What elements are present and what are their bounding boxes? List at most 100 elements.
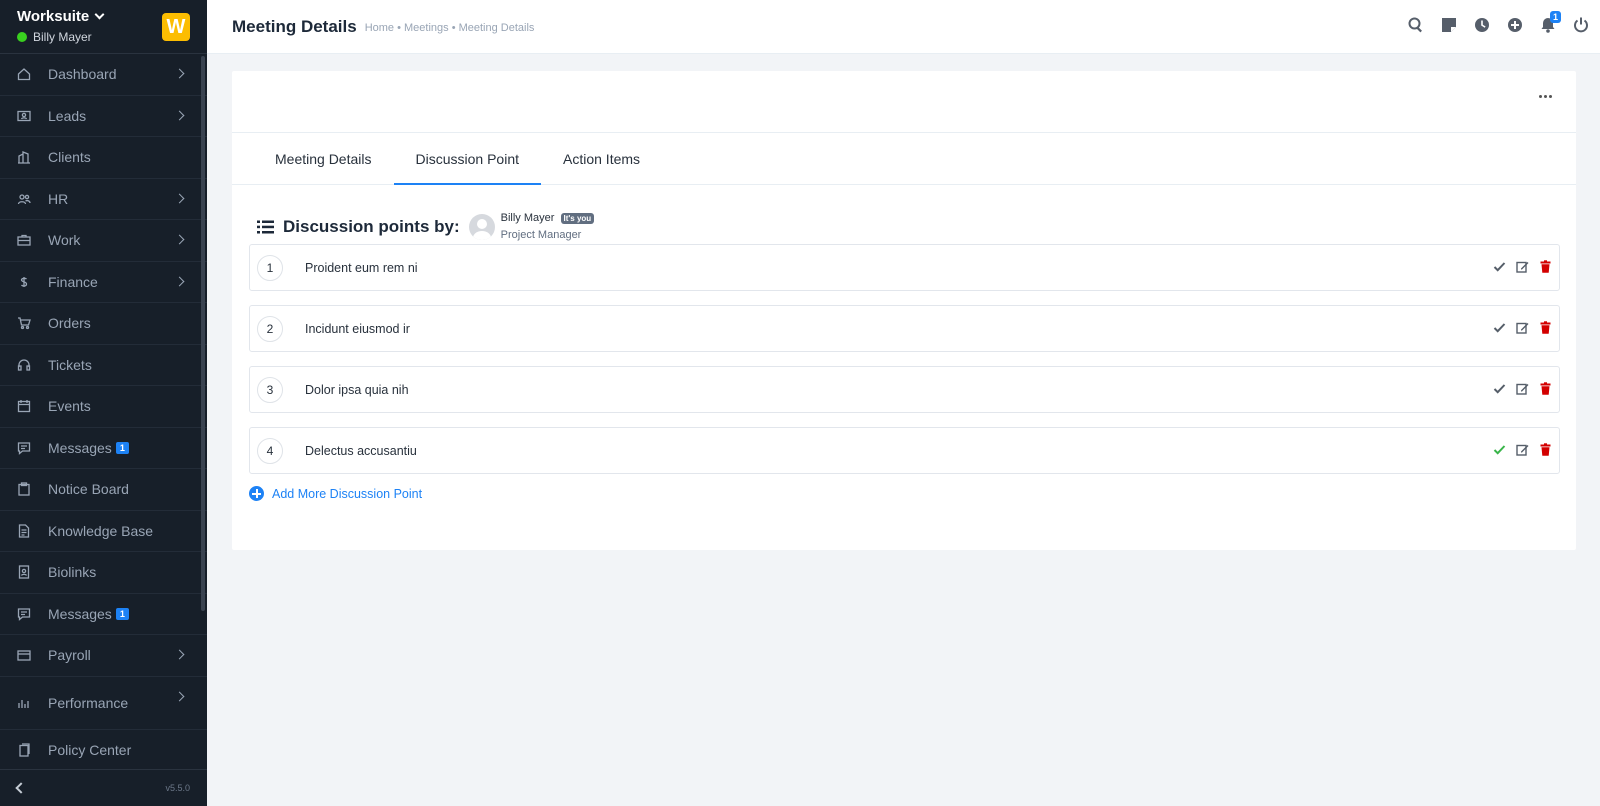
trash-icon[interactable] bbox=[1539, 443, 1552, 456]
check-icon[interactable] bbox=[1493, 260, 1506, 273]
sidebar-item-label: Policy Center bbox=[48, 741, 132, 758]
chevron-down-icon bbox=[94, 9, 105, 20]
clipboard-icon bbox=[17, 482, 31, 496]
sidebar-scrollbar[interactable] bbox=[201, 56, 205, 611]
tab-action-items[interactable]: Action Items bbox=[541, 133, 662, 184]
edit-icon[interactable] bbox=[1516, 443, 1529, 456]
dollar-icon bbox=[17, 275, 31, 289]
sidebar-item-label: Tickets bbox=[48, 356, 92, 373]
plus-circle-icon[interactable] bbox=[1507, 17, 1523, 33]
point-number: 2 bbox=[257, 315, 283, 342]
sidebar-item-performance[interactable]: Performance bbox=[0, 677, 207, 730]
section-title: Discussion points by: bbox=[283, 216, 460, 236]
author-name[interactable]: Billy Mayer bbox=[501, 212, 555, 224]
author-info: Billy Mayer It's you Project Manager bbox=[501, 210, 595, 243]
sidebar: Worksuite Billy Mayer W Dashboard Leads Cl… bbox=[0, 0, 207, 806]
tab-meeting-details[interactable]: Meeting Details bbox=[253, 133, 394, 184]
sidebar-item-policy-center[interactable]: Policy Center bbox=[0, 730, 207, 770]
its-you-badge: It's you bbox=[560, 213, 595, 224]
document-icon bbox=[17, 524, 31, 538]
chevron-right-icon bbox=[174, 649, 185, 660]
trash-icon[interactable] bbox=[1539, 382, 1552, 395]
edit-icon[interactable] bbox=[1516, 382, 1529, 395]
list-icon bbox=[257, 220, 274, 233]
add-discussion-point-button[interactable]: Add More Discussion Point bbox=[249, 486, 1576, 501]
unread-badge: 1 bbox=[115, 441, 129, 454]
discussion-points-list: 1 Proident eum rem ni 2 Incidunt eiusmod ir… bbox=[232, 241, 1576, 474]
check-icon[interactable] bbox=[1493, 443, 1506, 456]
sidebar-item-label: Performance bbox=[48, 694, 129, 711]
point-text: Proident eum rem ni bbox=[305, 260, 418, 275]
sidebar-item-biolinks[interactable]: Biolinks bbox=[0, 552, 207, 594]
check-icon[interactable] bbox=[1493, 321, 1506, 334]
sidebar-item-label: Orders bbox=[48, 315, 91, 332]
discussion-header: Discussion points by: Billy Mayer It's y… bbox=[232, 185, 1576, 241]
meeting-card: Meeting Details Discussion Point Action It… bbox=[232, 71, 1576, 550]
brand-name: Worksuite bbox=[17, 8, 90, 25]
discussion-point-row: 4 Delectus accusantiu bbox=[249, 427, 1560, 474]
bell-icon[interactable]: 1 bbox=[1540, 11, 1561, 33]
point-text: Dolor ipsa quia nih bbox=[305, 382, 409, 397]
chevron-right-icon bbox=[174, 691, 185, 701]
discussion-point-row: 2 Incidunt eiusmod ir bbox=[249, 305, 1560, 352]
point-actions bbox=[1493, 260, 1552, 273]
chat-icon bbox=[17, 607, 31, 621]
sidebar-item-hr[interactable]: HR bbox=[0, 179, 207, 220]
edit-icon[interactable] bbox=[1516, 321, 1529, 334]
chevron-right-icon bbox=[174, 68, 185, 79]
sidebar-footer: v5.5.0 bbox=[0, 769, 207, 806]
more-options-icon[interactable] bbox=[1539, 95, 1552, 98]
avatar bbox=[468, 213, 495, 240]
current-user-name: Billy Mayer bbox=[33, 30, 92, 44]
online-status-icon bbox=[17, 32, 27, 42]
sidebar-item-finance[interactable]: Finance bbox=[0, 262, 207, 303]
sidebar-item-label: Knowledge Base bbox=[48, 522, 154, 539]
sidebar-item-label: Leads bbox=[48, 107, 87, 124]
sidebar-item-label: Events bbox=[48, 398, 91, 415]
bar-chart-icon bbox=[17, 696, 31, 710]
briefcase-icon bbox=[17, 233, 31, 247]
point-number: 1 bbox=[257, 254, 283, 281]
chevron-right-icon bbox=[174, 276, 185, 286]
sidebar-item-label: HR bbox=[48, 190, 69, 207]
sidebar-item-work[interactable]: Work bbox=[0, 220, 207, 262]
chevron-right-icon bbox=[174, 110, 185, 120]
check-icon[interactable] bbox=[1493, 382, 1506, 395]
headset-icon bbox=[17, 358, 31, 372]
discussion-point-row: 1 Proident eum rem ni bbox=[249, 244, 1560, 291]
sidebar-item-messages[interactable]: Messages 1 bbox=[0, 428, 207, 469]
calendar-icon bbox=[17, 399, 31, 413]
page-title: Meeting Details bbox=[232, 16, 357, 36]
trash-icon[interactable] bbox=[1539, 321, 1552, 334]
sidebar-item-dashboard[interactable]: Dashboard bbox=[0, 54, 207, 96]
point-actions bbox=[1493, 443, 1552, 456]
sidebar-item-knowledge-base[interactable]: Knowledge Base bbox=[0, 511, 207, 552]
person-card-icon bbox=[17, 109, 31, 123]
search-icon[interactable] bbox=[1408, 17, 1424, 33]
card-toolbar bbox=[232, 71, 1576, 133]
person-badge-icon bbox=[17, 565, 31, 579]
sidebar-item-label: Payroll bbox=[48, 647, 91, 664]
sidebar-item-notice-board[interactable]: Notice Board bbox=[0, 469, 207, 511]
top-actions: 1 bbox=[1408, 11, 1589, 33]
clock-icon[interactable] bbox=[1474, 17, 1490, 33]
collapse-sidebar-icon[interactable] bbox=[15, 782, 27, 794]
house-icon bbox=[17, 67, 31, 81]
sidebar-item-events[interactable]: Events bbox=[0, 386, 207, 428]
edit-icon[interactable] bbox=[1516, 260, 1529, 273]
app-logo[interactable]: W bbox=[162, 13, 190, 41]
sidebar-item-messages[interactable]: Messages 1 bbox=[0, 594, 207, 635]
add-discussion-point-label: Add More Discussion Point bbox=[272, 486, 423, 501]
sticky-note-icon[interactable] bbox=[1441, 17, 1457, 33]
sidebar-item-label: Work bbox=[48, 232, 81, 249]
trash-icon[interactable] bbox=[1539, 260, 1552, 273]
sidebar-item-tickets[interactable]: Tickets bbox=[0, 345, 207, 386]
sidebar-item-leads[interactable]: Leads bbox=[0, 96, 207, 137]
sidebar-item-clients[interactable]: Clients bbox=[0, 137, 207, 179]
power-icon[interactable] bbox=[1573, 17, 1589, 33]
sidebar-item-orders[interactable]: Orders bbox=[0, 303, 207, 345]
notification-badge: 1 bbox=[1549, 11, 1561, 23]
sidebar-item-payroll[interactable]: Payroll bbox=[0, 635, 207, 677]
tab-discussion-point[interactable]: Discussion Point bbox=[393, 133, 542, 185]
point-actions bbox=[1493, 382, 1552, 395]
